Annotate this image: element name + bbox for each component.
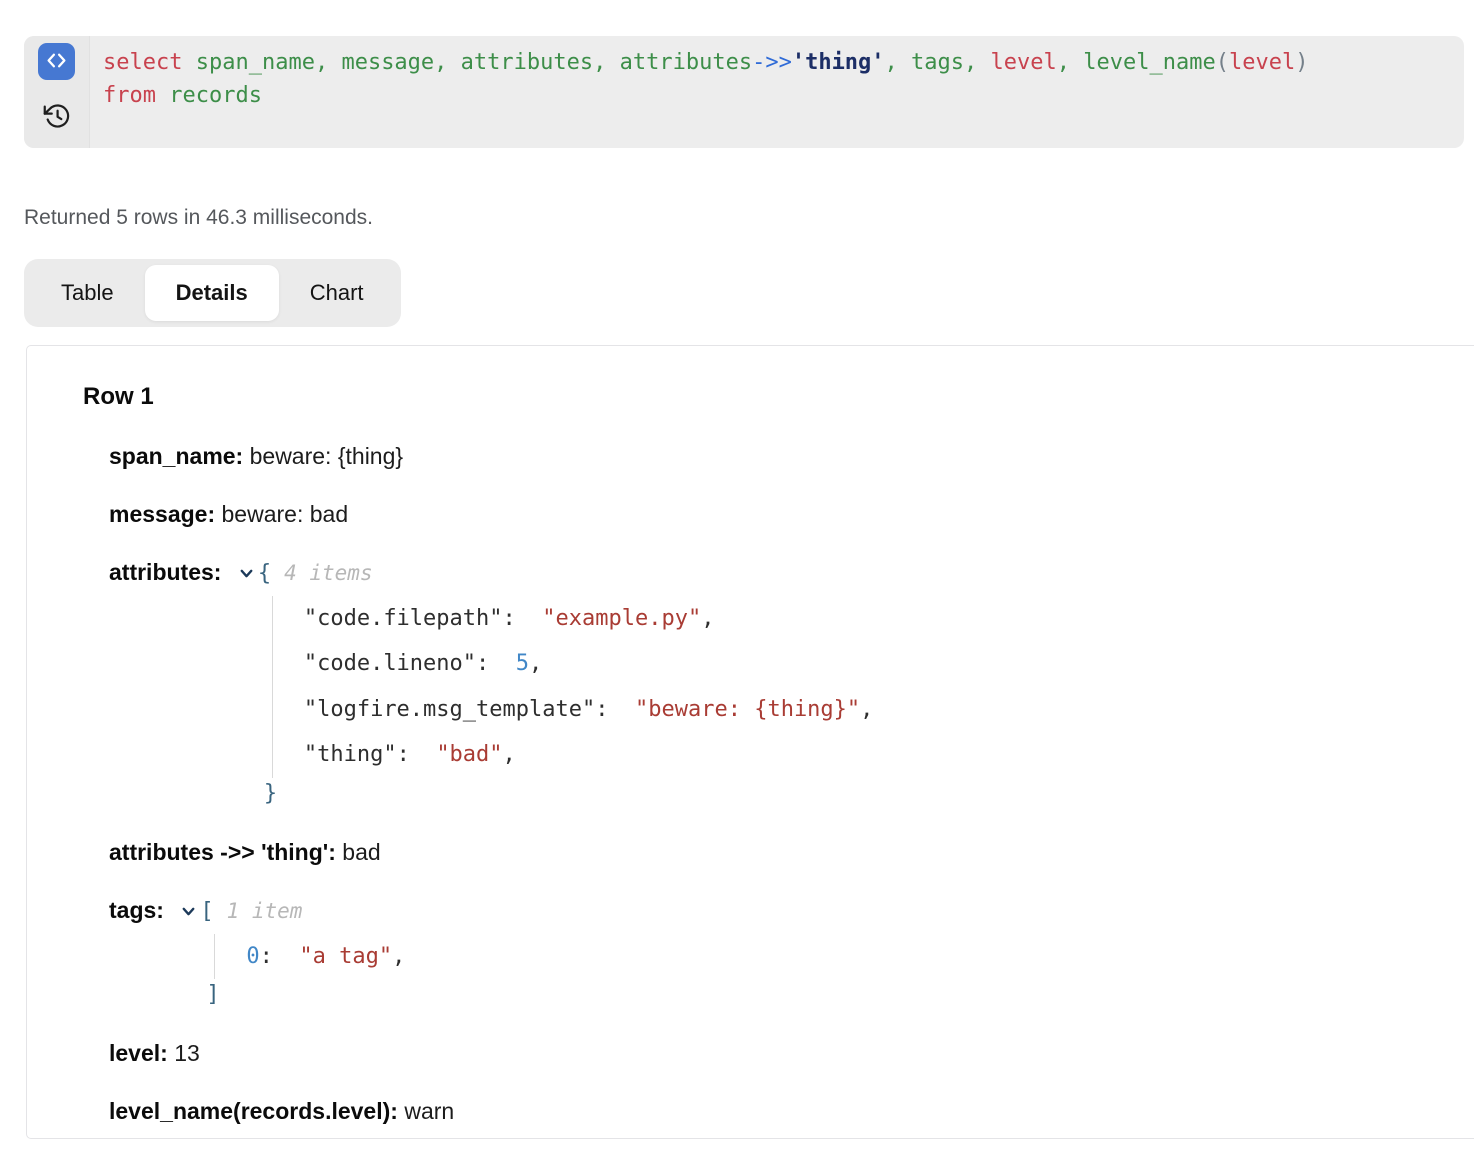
field-label: tags: (109, 897, 164, 923)
field-tags: tags: [1 item (109, 896, 1455, 926)
details-panel: Row 1 span_name: beware: {thing} message:… (26, 345, 1474, 1139)
field-attributes-thing: attributes ->> 'thing': bad (109, 838, 1455, 866)
chevron-down-icon[interactable] (238, 560, 255, 588)
field-level-name-records-level: level_name(records.level): warn (109, 1097, 1455, 1125)
sql-query-code[interactable]: select span_name, message, attributes, a… (90, 36, 1464, 148)
tree-line: "thing": "bad", (304, 732, 1455, 777)
result-tabs: TableDetailsChart (24, 259, 401, 327)
editor-gutter (24, 36, 90, 148)
field-span-name: span_name: beware: {thing} (109, 442, 1455, 470)
field-label: level: (109, 1040, 168, 1066)
items-count: 1 item (227, 899, 303, 923)
field-level: level: 13 (109, 1039, 1455, 1067)
field-value: 13 (174, 1040, 200, 1066)
closing-bracket: ] (206, 981, 1455, 1009)
code-icon (46, 50, 67, 74)
tree-line: "code.lineno": 5, (304, 641, 1455, 686)
field-value: beware: bad (222, 501, 349, 527)
field-message: message: beware: bad (109, 500, 1455, 528)
query-status: Returned 5 rows in 46.3 milliseconds. (24, 206, 373, 230)
tab-table[interactable]: Table (30, 265, 145, 321)
items-count: 4 items (284, 561, 373, 585)
open-bracket: { (258, 561, 271, 586)
row-title: Row 1 (83, 382, 1455, 412)
field-label: message: (109, 501, 215, 527)
code-line: from records (103, 79, 1464, 112)
tab-details[interactable]: Details (145, 265, 279, 321)
tree-line: "code.filepath": "example.py", (304, 596, 1455, 641)
json-tree: "code.filepath": "example.py","code.line… (272, 596, 1455, 778)
tab-chart[interactable]: Chart (279, 265, 395, 321)
field-label: attributes ->> 'thing': (109, 839, 336, 865)
field-value: warn (404, 1098, 454, 1124)
code-line: select span_name, message, attributes, a… (103, 46, 1464, 79)
field-value: bad (342, 839, 380, 865)
query-history-button[interactable] (43, 103, 71, 131)
json-tree: 0: "a tag", (214, 934, 1455, 979)
tree-line: "logfire.msg_template": "beware: {thing}… (304, 687, 1455, 732)
field-label: attributes: (109, 559, 221, 585)
sql-editor: select span_name, message, attributes, a… (24, 36, 1464, 148)
details-fields: span_name: beware: {thing} message: bewar… (83, 442, 1455, 1125)
open-bracket: [ (200, 899, 213, 924)
code-toggle-button[interactable] (38, 43, 75, 80)
field-attributes: attributes: {4 items (109, 558, 1455, 588)
field-value: beware: {thing} (250, 443, 403, 469)
field-label: span_name: (109, 443, 243, 469)
tree-line: 0: "a tag", (246, 934, 1455, 979)
chevron-down-icon[interactable] (180, 898, 197, 926)
history-icon (43, 102, 71, 133)
field-label: level_name(records.level): (109, 1098, 398, 1124)
closing-bracket: } (264, 780, 1455, 808)
